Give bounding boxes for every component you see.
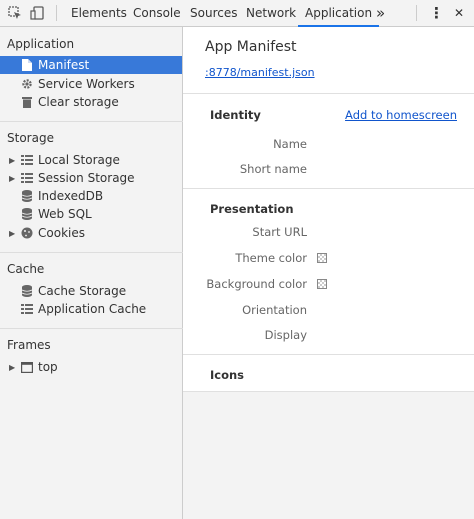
cookie-icon [21, 227, 33, 239]
toolbar-separator [56, 5, 57, 21]
database-icon [21, 208, 33, 220]
empty-area [183, 392, 474, 519]
close-icon[interactable]: ✕ [454, 0, 464, 26]
sidebar-item-label: Session Storage [38, 171, 135, 185]
tab-application[interactable]: Application [298, 0, 380, 27]
device-toolbar-icon[interactable] [29, 0, 45, 26]
icons-section-title: Icons [210, 368, 245, 382]
section-divider [183, 188, 474, 189]
tab-elements[interactable]: Elements [71, 0, 127, 26]
database-icon [21, 190, 33, 202]
section-divider [183, 93, 474, 94]
expand-arrow-icon[interactable]: ▶ [9, 174, 15, 183]
sidebar-item-label: Cache Storage [38, 284, 127, 298]
field-label-short-name: Short name [239, 162, 307, 176]
tab-console[interactable]: Console [133, 0, 181, 26]
expand-arrow-icon[interactable]: ▶ [9, 229, 15, 238]
toolbar-separator [416, 5, 417, 21]
trash-icon [21, 96, 33, 108]
field-label-display: Display [264, 328, 307, 342]
manifest-url-link[interactable]: :8778/manifest.json [205, 66, 315, 79]
sidebar-item-label: Manifest [38, 58, 90, 72]
presentation-section-title: Presentation [210, 202, 294, 216]
sidebar-item-service-workers[interactable]: Service Workers [0, 75, 182, 93]
sidebar-item-top-frame[interactable]: ▶ top [0, 358, 182, 376]
file-icon [21, 59, 33, 71]
section-divider [0, 252, 183, 253]
expand-arrow-icon[interactable]: ▶ [9, 156, 15, 165]
gear-icon [21, 78, 33, 90]
sidebar-item-indexeddb[interactable]: IndexedDB [0, 187, 182, 205]
section-divider [0, 121, 183, 122]
menu-icon[interactable]: ⋮ [429, 0, 444, 26]
devtools-toolbar: Elements Console Sources Network Applica… [0, 0, 474, 27]
sidebar-item-label: Application Cache [38, 302, 147, 316]
section-title-application: Application [7, 37, 75, 51]
field-label-theme-color: Theme color [235, 251, 307, 265]
expand-arrow-icon[interactable]: ▶ [9, 363, 15, 372]
grid-icon [21, 154, 33, 166]
tab-sources[interactable]: Sources [190, 0, 237, 26]
sidebar-item-clear-storage[interactable]: Clear storage [0, 93, 182, 111]
section-title-cache: Cache [7, 262, 45, 276]
sidebar-item-cookies[interactable]: ▶ Cookies [0, 224, 182, 242]
more-tabs-icon[interactable]: » [376, 0, 385, 26]
section-title-storage: Storage [7, 131, 54, 145]
sidebar: Application Manifest Service Workers Cle… [0, 27, 183, 519]
identity-section-title: Identity [210, 108, 261, 122]
grid-icon [21, 172, 33, 184]
field-label-orientation: Orientation [242, 303, 307, 317]
field-label-start-url: Start URL [252, 225, 307, 239]
grid-icon [21, 303, 33, 315]
add-to-homescreen-link[interactable]: Add to homescreen [345, 108, 457, 122]
sidebar-item-label: Service Workers [38, 77, 135, 91]
field-label-background-color: Background color [206, 277, 307, 291]
section-divider [0, 328, 183, 329]
sidebar-item-label: Web SQL [38, 207, 92, 221]
sidebar-item-web-sql[interactable]: Web SQL [0, 205, 182, 223]
sidebar-item-label: top [38, 360, 58, 374]
sidebar-item-label: Local Storage [38, 153, 120, 167]
sidebar-item-label: Clear storage [38, 95, 119, 109]
database-icon [21, 285, 33, 297]
sidebar-item-session-storage[interactable]: ▶ Session Storage [0, 169, 182, 187]
sidebar-item-application-cache[interactable]: Application Cache [0, 300, 182, 318]
field-label-name: Name [273, 137, 307, 151]
inspect-element-icon[interactable] [7, 0, 23, 26]
sidebar-item-label: IndexedDB [38, 189, 104, 203]
frame-icon [21, 361, 33, 373]
theme-color-swatch [317, 253, 327, 263]
sidebar-item-cache-storage[interactable]: Cache Storage [0, 282, 182, 300]
sidebar-item-local-storage[interactable]: ▶ Local Storage [0, 151, 182, 169]
page-title: App Manifest [205, 39, 297, 55]
section-title-frames: Frames [7, 338, 51, 352]
sidebar-item-manifest[interactable]: Manifest [0, 56, 182, 74]
tab-network[interactable]: Network [246, 0, 296, 26]
background-color-swatch [317, 279, 327, 289]
manifest-panel: App Manifest :8778/manifest.json Identit… [183, 27, 474, 519]
sidebar-item-label: Cookies [38, 226, 85, 240]
section-divider [183, 354, 474, 355]
